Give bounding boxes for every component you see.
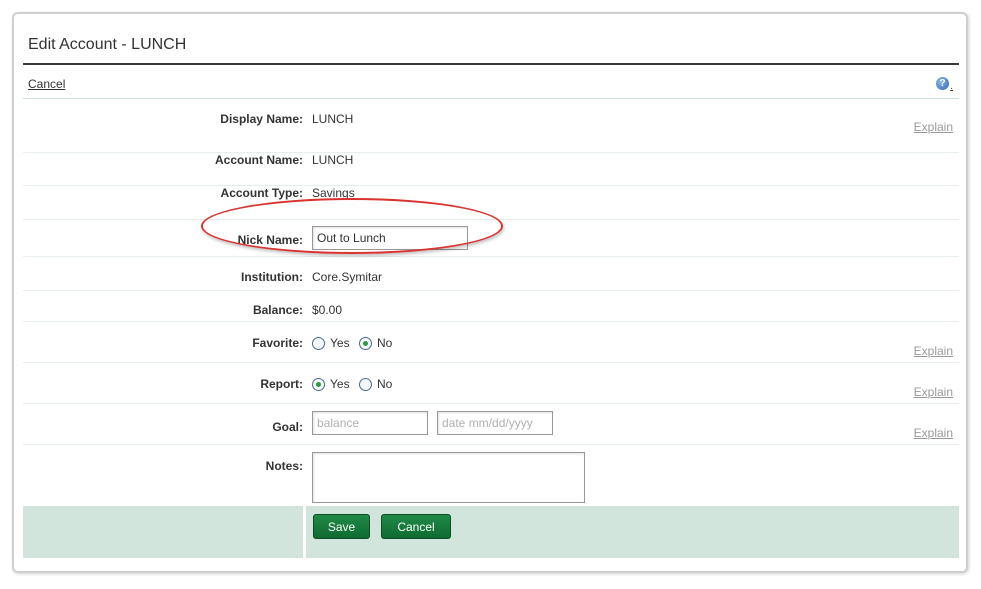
display-name-value: LUNCH: [312, 112, 354, 126]
goal-explain-link[interactable]: Explain: [914, 426, 953, 440]
account-type-label: Account Type:: [220, 186, 303, 200]
report-no-radio[interactable]: No: [359, 377, 392, 391]
report-yes-label: Yes: [330, 377, 350, 391]
row-goal: Goal: Explain: [23, 404, 959, 445]
goal-label: Goal:: [272, 420, 303, 434]
goal-date-input[interactable]: [437, 411, 553, 435]
favorite-label: Favorite:: [252, 336, 303, 350]
account-form: Display Name: LUNCH Explain Account Name…: [23, 100, 959, 516]
page-title: Edit Account - LUNCH: [28, 36, 187, 53]
notes-label: Notes:: [265, 459, 303, 473]
display-name-label: Display Name:: [220, 112, 303, 126]
balance-label: Balance:: [252, 303, 303, 317]
row-favorite: Favorite: Yes No Explain: [23, 322, 959, 363]
account-name-label: Account Name:: [214, 153, 303, 167]
favorite-explain-link[interactable]: Explain: [914, 344, 953, 358]
cancel-link[interactable]: Cancel: [28, 77, 65, 91]
radio-unchecked-icon: [359, 377, 372, 391]
institution-value: Core.Symitar: [312, 270, 383, 284]
row-nick-name: Nick Name:: [23, 220, 959, 257]
balance-value: $0.00: [312, 303, 343, 317]
save-button[interactable]: Save: [313, 514, 370, 539]
favorite-no-radio[interactable]: No: [359, 336, 392, 350]
edit-account-panel: Edit Account - LUNCH Cancel ? . Display …: [12, 12, 968, 573]
account-name-value: LUNCH: [312, 153, 354, 167]
nick-name-label: Nick Name:: [237, 233, 303, 247]
cancel-button[interactable]: Cancel: [381, 514, 451, 539]
report-no-label: No: [377, 377, 393, 391]
help-link-dot[interactable]: .: [950, 81, 953, 92]
row-account-name: Account Name: LUNCH: [23, 153, 959, 186]
radio-checked-icon: [312, 377, 325, 391]
favorite-yes-radio[interactable]: Yes: [312, 336, 350, 350]
report-yes-radio[interactable]: Yes: [312, 377, 350, 391]
goal-balance-input[interactable]: [312, 411, 428, 435]
favorite-yes-label: Yes: [330, 336, 350, 350]
radio-unchecked-icon: [312, 336, 325, 350]
report-label: Report:: [260, 377, 303, 391]
action-bar-divider: [303, 506, 306, 558]
nick-name-input[interactable]: [312, 226, 468, 250]
help-question-icon[interactable]: ?: [936, 77, 949, 90]
row-account-type: Account Type: Savings: [23, 186, 959, 220]
display-name-explain-link[interactable]: Explain: [914, 120, 953, 134]
row-balance: Balance: $0.00: [23, 291, 959, 322]
report-explain-link[interactable]: Explain: [914, 385, 953, 399]
institution-label: Institution:: [241, 270, 303, 284]
toolbar: Cancel ? .: [23, 65, 959, 99]
radio-checked-icon: [359, 336, 372, 350]
action-bar: Save Cancel: [23, 506, 959, 558]
favorite-no-label: No: [377, 336, 393, 350]
row-display-name: Display Name: LUNCH Explain: [23, 100, 959, 153]
notes-textarea[interactable]: [312, 452, 585, 503]
row-report: Report: Yes No Explain: [23, 363, 959, 404]
account-type-value: Savings: [312, 186, 355, 200]
row-institution: Institution: Core.Symitar: [23, 257, 959, 291]
